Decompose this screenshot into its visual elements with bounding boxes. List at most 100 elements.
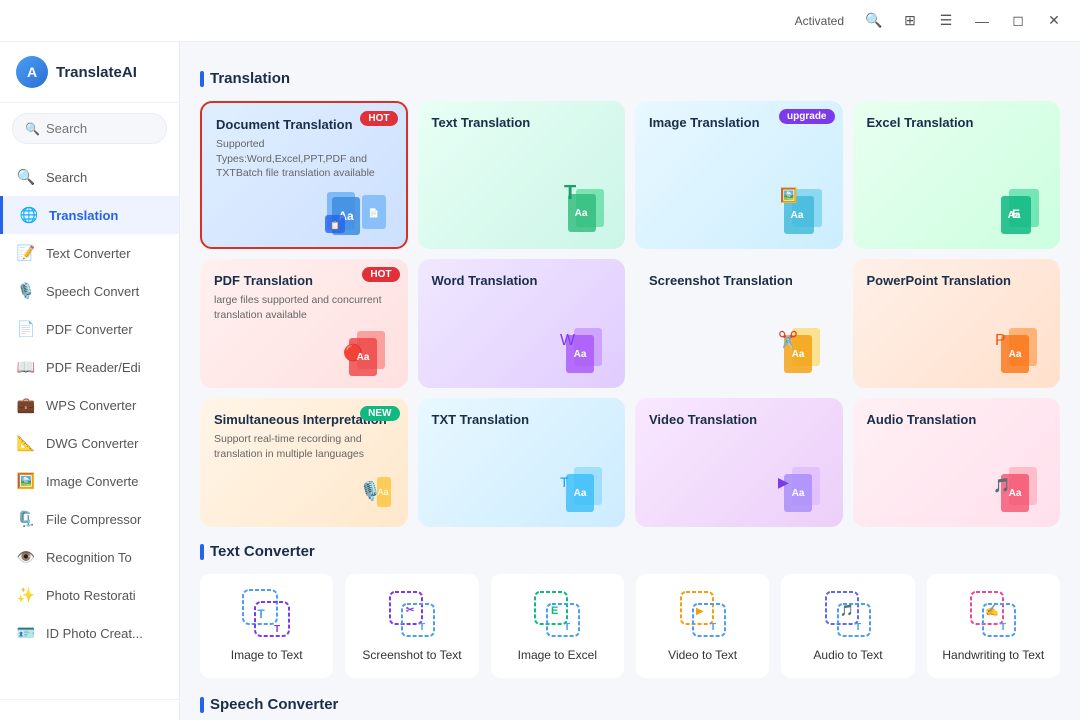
video-to-text-item[interactable]: ▶ T Video to Text [636, 574, 769, 678]
svg-text:Aa: Aa [790, 210, 803, 221]
titlebar: Activated 🔍 ⊞ ☰ — ◻ ✕ [0, 0, 1080, 42]
audio-translation-card[interactable]: Audio Translation 🎵 Aa [853, 398, 1061, 527]
ppt-translation-card[interactable]: PowerPoint Translation P Aa [853, 259, 1061, 388]
card-content: Image Translation [649, 115, 829, 178]
sidebar-label-file-compressor: File Compressor [46, 512, 141, 527]
sidebar-item-recognition[interactable]: 👁️ Recognition To [0, 538, 179, 576]
sidebar-item-id-photo[interactable]: 🪪 ID Photo Creat... [0, 614, 179, 652]
pdf-card-desc: large files supported and concurrent tra… [214, 293, 394, 322]
svg-text:T: T [564, 622, 570, 633]
sidebar-item-dwg-converter[interactable]: 📐 DWG Converter [0, 424, 179, 462]
restore-button[interactable]: ◻ [1004, 7, 1032, 35]
search-titlebar-button[interactable]: 🔍 [860, 7, 888, 35]
sidebar-item-file-compressor[interactable]: 🗜️ File Compressor [0, 500, 179, 538]
screenshot-translation-card[interactable]: Screenshot Translation ✂️ Aa [635, 259, 843, 388]
svg-text:Aa: Aa [791, 349, 804, 360]
word-translation-card[interactable]: Word Translation W Aa [418, 259, 626, 388]
sidebar-label-dwg-converter: DWG Converter [46, 436, 138, 451]
sidebar-label-text-converter: Text Converter [46, 246, 131, 261]
ppt-card-title: PowerPoint Translation [867, 273, 1047, 290]
text-translation-card[interactable]: Text Translation T Aa [418, 101, 626, 249]
translation-title-text: Translation [210, 70, 290, 87]
speech-convert-nav-icon: 🎙️ [16, 281, 36, 301]
sidebar-item-pdf-reader[interactable]: 📖 PDF Reader/Edi [0, 348, 179, 386]
svg-text:T: T [274, 624, 280, 635]
translation-section-title: Translation [200, 70, 1060, 87]
video-card-icon-area: ▶ Aa [649, 462, 829, 517]
image-to-text-label: Image to Text [231, 648, 303, 664]
card-content: Screenshot Translation [649, 273, 829, 317]
sidebar-item-search[interactable]: 🔍 Search [0, 158, 179, 196]
svg-text:T: T [1000, 622, 1006, 633]
menu-button[interactable]: ☰ [932, 7, 960, 35]
photo-restore-nav-icon: ✨ [16, 585, 36, 605]
sidebar-label-search: Search [46, 170, 87, 185]
screenshot-card-icon: ✂️ Aa [764, 323, 829, 378]
excel-translation-card[interactable]: Excel Translation E Aa [853, 101, 1061, 249]
hot-badge-pdf: HOT [362, 267, 399, 282]
sidebar-label-recognition: Recognition To [46, 550, 132, 565]
handwriting-to-text-label: Handwriting to Text [942, 648, 1044, 664]
audio-to-text-item[interactable]: 🎵 T Audio to Text [781, 574, 914, 678]
image-to-excel-icon: E T [531, 588, 583, 640]
card-content: Video Translation [649, 412, 829, 456]
document-translation-card[interactable]: HOT Document Translation Supported Types… [200, 101, 408, 249]
svg-text:Aa: Aa [575, 208, 588, 219]
sidebar-label-translation: Translation [49, 208, 118, 223]
search-box[interactable]: 🔍 [12, 113, 167, 144]
video-to-text-icon: ▶ T [677, 588, 729, 640]
svg-text:T: T [855, 622, 861, 633]
search-icon: 🔍 [25, 122, 40, 136]
pdf-translation-card[interactable]: HOT PDF Translation large files supporte… [200, 259, 408, 388]
card-content: PowerPoint Translation [867, 273, 1047, 317]
svg-text:▶: ▶ [778, 474, 789, 490]
word-card-icon-area: W Aa [432, 323, 612, 378]
sidebar-item-wps-converter[interactable]: 💼 WPS Converter [0, 386, 179, 424]
simul-card-icon-area: 🎙️ Aa [214, 467, 394, 517]
svg-text:Aa: Aa [574, 349, 587, 360]
sidebar-item-speech-convert[interactable]: 🎙️ Speech Convert [0, 272, 179, 310]
pdf-card-icon: 🔴 Aa [329, 328, 394, 378]
image-translation-card[interactable]: upgrade Image Translation 🖼️ Aa [635, 101, 843, 249]
card-content: Document Translation Supported Types:Wor… [216, 117, 392, 181]
txt-card-icon-area: T Aa [432, 462, 612, 517]
upgrade-badge: upgrade [779, 109, 834, 124]
sidebar-item-translation[interactable]: 🌐 Translation [0, 196, 179, 234]
image-card-icon: 🖼️ Aa [764, 184, 829, 239]
simultaneous-interpretation-card[interactable]: NEW Simultaneous Interpretation Support … [200, 398, 408, 527]
audio-to-text-icon: 🎵 T [822, 588, 874, 640]
pdf-card-icon-area: 🔴 Aa [214, 328, 394, 378]
screenshot-to-text-item[interactable]: ✂ T Screenshot to Text [345, 574, 478, 678]
minimize-button[interactable]: — [968, 7, 996, 35]
sidebar-label-wps-converter: WPS Converter [46, 398, 136, 413]
text-card-icon: T Aa [546, 184, 611, 239]
close-button[interactable]: ✕ [1040, 7, 1068, 35]
image-to-text-icon: T T [241, 588, 293, 640]
sidebar-item-photo-restore[interactable]: ✨ Photo Restorati [0, 576, 179, 614]
text-converter-section-title: Text Converter [200, 543, 1060, 560]
screenshot-to-text-icon: ✂ T [386, 588, 438, 640]
svg-text:🎵: 🎵 [840, 604, 854, 617]
txt-card-icon: T Aa [546, 462, 611, 517]
image-to-text-item[interactable]: T T Image to Text [200, 574, 333, 678]
simul-card-icon: 🎙️ Aa [329, 467, 394, 517]
txt-translation-card[interactable]: TXT Translation T Aa [418, 398, 626, 527]
fullscreen-button[interactable]: ⊞ [896, 7, 924, 35]
svg-text:📋: 📋 [330, 220, 340, 230]
sidebar-item-pdf-converter[interactable]: 📄 PDF Converter [0, 310, 179, 348]
pdf-reader-nav-icon: 📖 [16, 357, 36, 377]
svg-text:Aa: Aa [791, 488, 804, 499]
pdf-converter-nav-icon: 📄 [16, 319, 36, 339]
sidebar-item-image-converter[interactable]: 🖼️ Image Converte [0, 462, 179, 500]
sidebar-item-text-converter[interactable]: 📝 Text Converter [0, 234, 179, 272]
sidebar-item-history[interactable]: 🕐 History [0, 712, 179, 720]
activated-status: Activated [795, 14, 844, 28]
search-input[interactable] [46, 121, 154, 136]
image-to-excel-item[interactable]: E T Image to Excel [491, 574, 624, 678]
document-card-icon-area: Aa 📄 📋 [216, 187, 392, 237]
video-translation-card[interactable]: Video Translation ▶ Aa [635, 398, 843, 527]
card-content: Text Translation [432, 115, 612, 178]
handwriting-to-text-item[interactable]: ✍ T Handwriting to Text [927, 574, 1060, 678]
svg-text:Aa: Aa [356, 352, 369, 363]
new-badge: NEW [360, 406, 399, 421]
